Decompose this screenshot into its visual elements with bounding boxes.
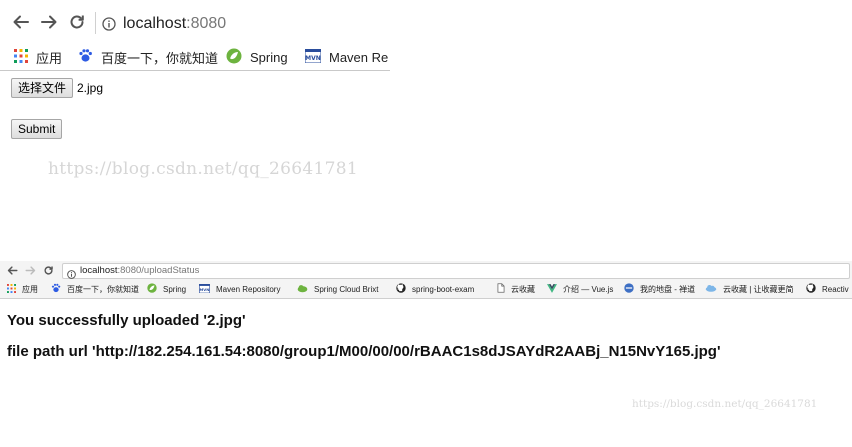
bookmark-spring-cloud[interactable]: Spring Cloud Brixt [297, 283, 378, 295]
baidu-paw-icon [78, 48, 93, 66]
maven-icon: MVN [304, 48, 322, 66]
bookmark-label: 云收藏 | 让收藏更简 [723, 284, 794, 294]
upload-success-message: You successfully uploaded '2.jpg' [7, 312, 246, 329]
spring-leaf-icon [147, 283, 157, 295]
file-path-message: file path url 'http://182.254.161.54:808… [7, 343, 721, 360]
url-host: localhost [80, 265, 118, 276]
bookmark-cloud-collect-2[interactable]: 云收藏 | 让收藏更简 [705, 283, 794, 295]
address-bar[interactable]: localhost:8080 [123, 15, 226, 33]
svg-text:MVN: MVN [199, 287, 209, 292]
spring-leaf-icon [226, 48, 242, 67]
bookmark-label: 应用 [36, 50, 63, 66]
github-icon [806, 283, 816, 295]
bookmarks-bar: 应用 百度一下，你就知道 Spring MVN Maven Re [0, 44, 390, 71]
bookmark-reactive[interactable]: Reactiv [806, 283, 849, 295]
bookmark-vue[interactable]: 介绍 — Vue.js [547, 283, 613, 295]
bookmark-label: 我的地盘 - 禅道 [640, 284, 696, 294]
bookmark-apps[interactable]: 应用 [14, 48, 62, 66]
bookmark-label: Maven Re [329, 49, 389, 65]
bookmark-label: Spring Cloud Brixt [314, 284, 379, 294]
back-icon[interactable] [6, 264, 18, 276]
choose-file-button[interactable]: 选择文件 [11, 78, 74, 98]
bookmark-baidu[interactable]: 百度一下，你就知道 [78, 48, 218, 66]
reload-icon[interactable] [42, 264, 54, 276]
bottom-browser-toolbar: localhost:8080/uploadStatus [0, 261, 852, 280]
spring-cloud-icon [297, 284, 308, 295]
info-icon[interactable] [102, 17, 116, 31]
info-icon[interactable] [67, 266, 76, 279]
github-icon [396, 283, 406, 295]
bookmark-label: Reactiv [822, 284, 849, 294]
bookmark-label: Maven Repository [216, 284, 281, 294]
cloud-icon [705, 284, 717, 294]
page-icon [497, 283, 505, 295]
url-path: :8080/uploadStatus [117, 265, 200, 276]
toolbar-divider [95, 12, 96, 34]
bookmark-maven[interactable]: MVN Maven Repository [199, 283, 280, 295]
url-port: :8080 [186, 15, 227, 32]
bookmark-label: 应用 [22, 284, 38, 294]
url-host: localhost [123, 15, 187, 32]
bookmark-spring-boot-exam[interactable]: spring-boot-exam [396, 283, 474, 295]
bookmark-spring[interactable]: Spring [147, 283, 186, 295]
bookmark-maven[interactable]: MVN Maven Re [304, 48, 389, 66]
apps-grid-icon [7, 283, 16, 295]
zentao-icon [624, 283, 634, 295]
svg-text:MVN: MVN [305, 55, 321, 62]
bookmark-zentao[interactable]: 我的地盘 - 禅道 [624, 283, 695, 295]
selected-file-name: 2.jpg [77, 81, 104, 95]
bookmark-label: 云收藏 [511, 284, 535, 294]
bookmark-spring[interactable]: Spring [226, 48, 288, 66]
maven-icon: MVN [199, 283, 210, 295]
back-icon[interactable] [10, 11, 32, 33]
bookmark-baidu[interactable]: 百度一下，你就知道 [51, 283, 139, 295]
forward-icon[interactable] [24, 264, 36, 276]
vue-icon [547, 283, 557, 295]
bookmarks-bar: 应用 百度一下，你就知道 Spring MVN Maven Repository… [0, 280, 852, 299]
submit-button[interactable]: Submit [11, 119, 63, 139]
watermark: https://blog.csdn.net/qq_26641781 [48, 159, 358, 179]
bookmark-label: 介绍 — Vue.js [563, 284, 614, 294]
bottom-browser-chrome: localhost:8080/uploadStatus 应用 百度一下，你就知道 [0, 261, 852, 300]
bookmark-apps[interactable]: 应用 [7, 283, 38, 295]
apps-grid-icon [14, 48, 28, 66]
bookmark-cloud-collect[interactable]: 云收藏 [497, 283, 535, 295]
address-bar[interactable]: localhost:8080/uploadStatus [62, 263, 850, 279]
url-text: localhost:8080/uploadStatus [80, 264, 199, 278]
forward-icon[interactable] [38, 11, 60, 33]
bookmark-label: 百度一下，你就知道 [101, 50, 219, 66]
watermark: https://blog.csdn.net/qq_26641781 [632, 398, 818, 410]
bookmark-label: Spring [163, 284, 187, 294]
bookmark-label: Spring [250, 49, 288, 65]
top-browser-toolbar: localhost:8080 [0, 0, 390, 44]
bookmark-label: spring-boot-exam [412, 284, 475, 294]
reload-icon[interactable] [66, 11, 88, 33]
bookmark-label: 百度一下，你就知道 [67, 284, 139, 294]
baidu-paw-icon [51, 283, 61, 295]
